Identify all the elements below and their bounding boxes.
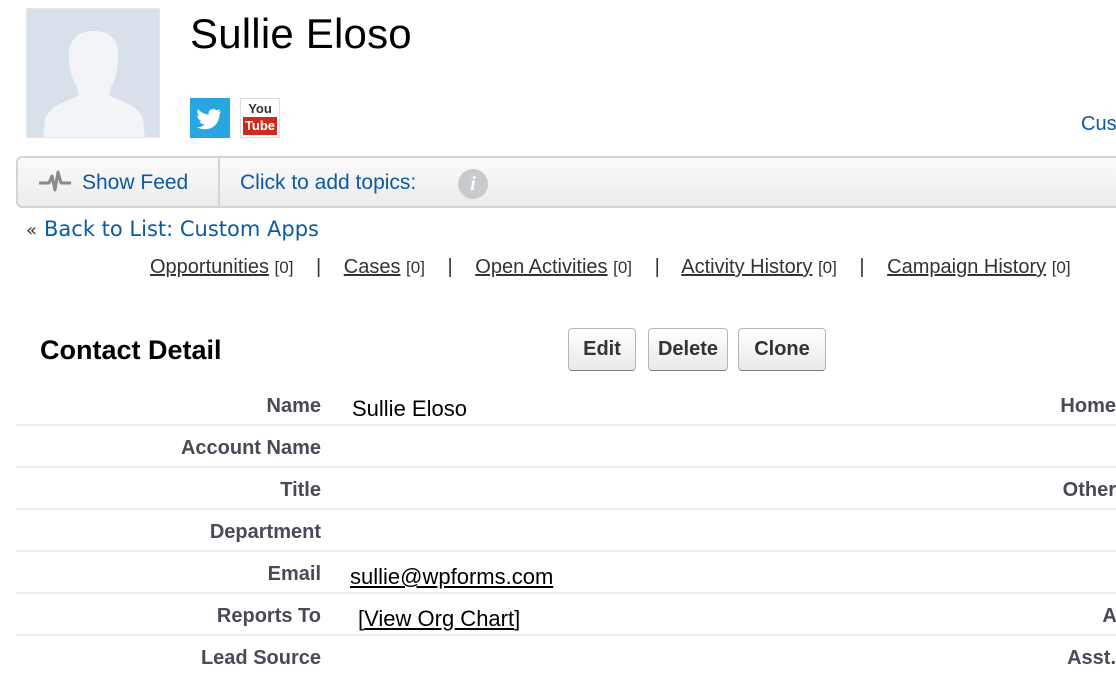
show-feed-label: Show Feed — [82, 171, 189, 194]
related-link-campaign-history[interactable]: Campaign History — [887, 256, 1046, 278]
related-link-activity-history[interactable]: Activity History — [681, 256, 812, 278]
field-label: Reports To — [216, 605, 321, 627]
youtube-icon-bottom: Tube — [243, 117, 277, 135]
view-org-chart-link[interactable]: View Org Chart — [364, 606, 514, 631]
delete-button[interactable]: Delete — [648, 328, 728, 371]
back-to-list-link[interactable]: Back to List: Custom Apps — [44, 217, 319, 241]
related-link-label: Campaign History — [887, 256, 1047, 278]
related-count: [0] — [1051, 258, 1071, 277]
detail-row-account-name: Account Name — [16, 426, 1116, 468]
right-field-label: As — [1102, 605, 1116, 627]
show-feed-button[interactable]: Show Feed — [18, 158, 220, 206]
back-arrow-icon: « — [26, 220, 38, 241]
separator: | — [859, 256, 865, 278]
related-link-open-activities[interactable]: Open Activities — [475, 256, 607, 278]
related-count: [0] — [817, 258, 837, 277]
related-link-cases[interactable]: Cases — [344, 256, 401, 278]
related-count: [0] — [406, 258, 425, 277]
youtube-icon-top: You — [248, 101, 272, 116]
related-list-links: Opportunities [0] | Cases [0] | Open Act… — [150, 256, 1071, 279]
field-label: Account Name — [180, 437, 321, 459]
right-field-label: Asst. — [1067, 647, 1116, 669]
pulse-icon — [39, 170, 71, 192]
separator: | — [447, 256, 453, 278]
detail-row-reports-to: Reports To [View Org Chart] As — [16, 594, 1116, 636]
related-link-opportunities[interactable]: Opportunities — [150, 256, 269, 278]
record-title: Sullie Eloso — [190, 10, 412, 57]
related-link-label: Activity History — [681, 256, 813, 278]
back-to-list: « Back to List: Custom Apps — [26, 217, 319, 242]
youtube-link[interactable]: You Tube — [240, 98, 280, 138]
field-value: [View Org Chart] — [358, 606, 520, 632]
right-field-label: Other — [1062, 479, 1116, 501]
detail-row-lead-source: Lead Source Asst. — [16, 636, 1116, 678]
detail-row-email: Email sullie@wpforms.com — [16, 552, 1116, 594]
related-link-label: Opportunities — [150, 256, 269, 278]
related-link-label: Open Activities — [475, 256, 608, 278]
field-label: Title — [280, 479, 321, 501]
detail-row-name: Name Sullie Eloso Home — [16, 384, 1116, 426]
separator: | — [316, 256, 322, 278]
add-topics-link[interactable]: Click to add topics: — [240, 171, 416, 195]
person-silhouette-icon — [43, 31, 145, 137]
field-value: sullie@wpforms.com — [350, 564, 553, 590]
related-count: [0] — [274, 258, 294, 277]
field-label: Lead Source — [200, 647, 321, 669]
bracket-close: ] — [514, 606, 521, 631]
field-label: Email — [267, 563, 321, 585]
detail-row-title: Title Other — [16, 468, 1116, 510]
field-value: Sullie Eloso — [352, 396, 467, 421]
feed-bar: Show Feed Click to add topics: i — [16, 156, 1116, 208]
separator: | — [654, 256, 660, 278]
email-link[interactable]: sullie@wpforms.com — [350, 564, 553, 589]
related-count: [0] — [613, 258, 633, 277]
edit-button[interactable]: Edit — [568, 328, 636, 371]
detail-row-department: Department — [16, 510, 1116, 552]
section-title: Contact Detail — [40, 335, 222, 365]
custom-link[interactable]: Cus — [1081, 113, 1116, 136]
field-label: Name — [266, 395, 321, 417]
twitter-icon — [196, 109, 221, 130]
related-link-label: Cases — [343, 256, 401, 278]
right-field-label: Home — [1060, 395, 1116, 417]
twitter-link[interactable] — [190, 98, 230, 138]
info-icon[interactable]: i — [458, 169, 488, 199]
clone-button[interactable]: Clone — [738, 328, 826, 371]
contact-avatar — [26, 8, 160, 138]
field-label: Department — [209, 521, 321, 543]
